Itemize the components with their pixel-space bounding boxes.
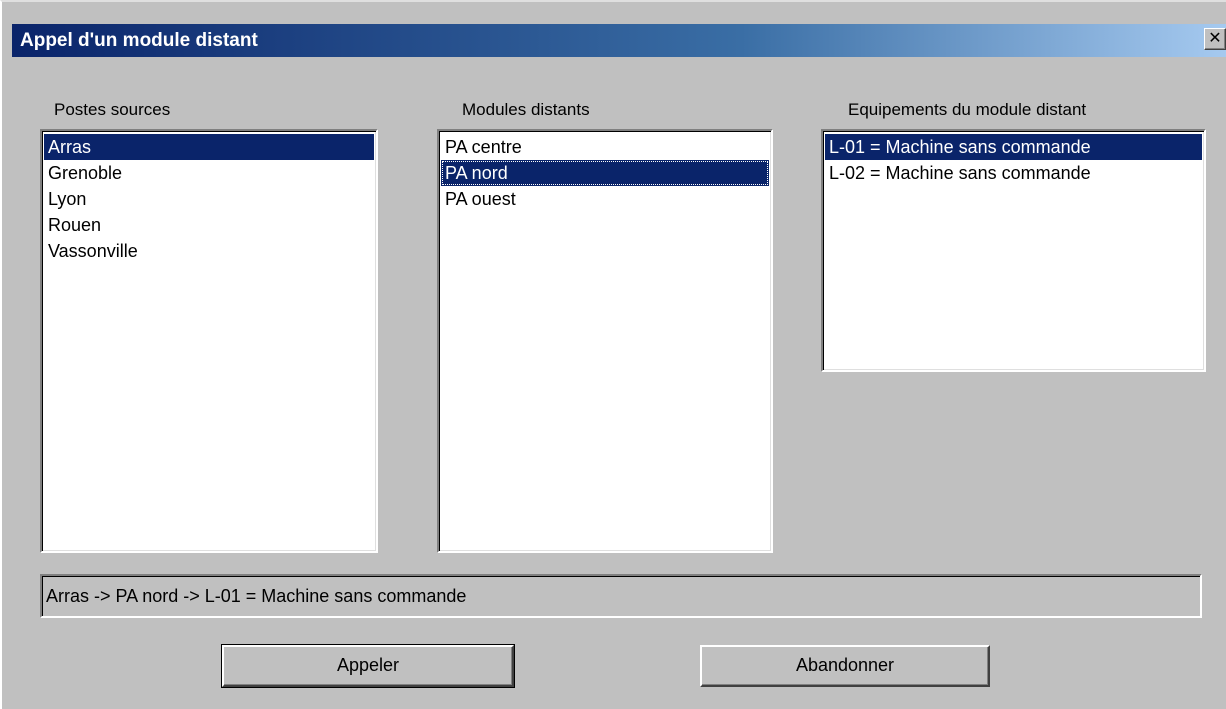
equipments-item-l02[interactable]: L-02 = Machine sans commande — [825, 160, 1202, 186]
close-icon: ✕ — [1208, 28, 1222, 47]
modules-item-pa-nord[interactable]: PA nord — [441, 160, 769, 186]
modules-listbox[interactable]: PA centre PA nord PA ouest — [437, 129, 773, 553]
sources-label: Postes sources — [54, 100, 171, 119]
window-title: Appel d'un module distant — [20, 30, 258, 51]
selection-path-text: Arras -> PA nord -> L-01 = Machine sans … — [46, 586, 467, 606]
sources-listbox[interactable]: Arras Grenoble Lyon Rouen Vassonville — [40, 129, 378, 553]
sources-item-rouen[interactable]: Rouen — [44, 212, 374, 238]
equipments-listbox[interactable]: L-01 = Machine sans commande L-02 = Mach… — [821, 129, 1206, 372]
sources-item-vassonville[interactable]: Vassonville — [44, 238, 374, 264]
equipments-item-l01[interactable]: L-01 = Machine sans commande — [825, 134, 1202, 160]
sources-item-grenoble[interactable]: Grenoble — [44, 160, 374, 186]
title-bar[interactable]: Appel d'un module distant ✕ — [12, 24, 1226, 57]
selection-path-field: Arras -> PA nord -> L-01 = Machine sans … — [40, 574, 1202, 618]
cancel-button[interactable]: Abandonner — [700, 645, 990, 687]
sources-item-arras[interactable]: Arras — [44, 134, 374, 160]
modules-item-pa-ouest[interactable]: PA ouest — [441, 186, 769, 212]
call-button[interactable]: Appeler — [221, 644, 515, 688]
dialog-window: Appel d'un module distant ✕ Postes sourc… — [0, 0, 1226, 709]
equipments-label: Equipements du module distant — [848, 100, 1087, 119]
close-button[interactable]: ✕ — [1204, 28, 1226, 50]
modules-item-pa-centre[interactable]: PA centre — [441, 134, 769, 160]
sources-item-lyon[interactable]: Lyon — [44, 186, 374, 212]
modules-label: Modules distants — [462, 100, 590, 119]
